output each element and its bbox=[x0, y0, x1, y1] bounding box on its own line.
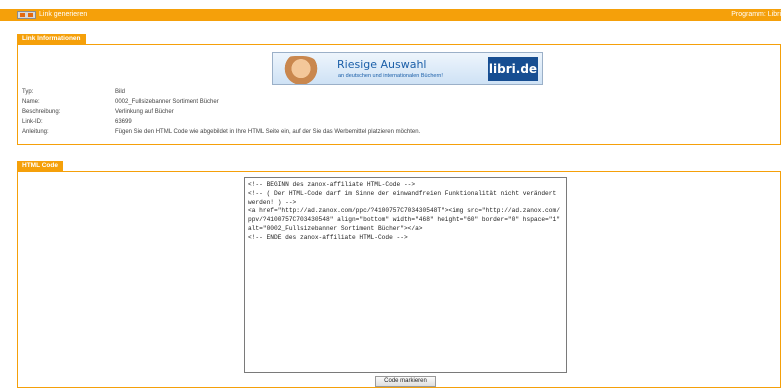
banner-photo-icon bbox=[279, 56, 319, 84]
tab-link-informationen[interactable]: Link Informationen bbox=[17, 34, 86, 44]
info-value: Bild bbox=[115, 89, 126, 95]
info-value: Fügen Sie den HTML Code wie abgebildet i… bbox=[115, 129, 421, 135]
info-value: 63699 bbox=[115, 119, 132, 125]
info-label: Link-ID: bbox=[22, 119, 43, 125]
info-value: 0002_Fullsizebanner Sortiment Bücher bbox=[115, 99, 219, 105]
html-code-text: <!-- BEGINN des zanox-affiliate HTML-Cod… bbox=[248, 181, 560, 241]
info-value: Verlinkung auf Bücher bbox=[115, 109, 174, 115]
info-label: Beschreibung: bbox=[22, 109, 61, 115]
info-label: Anleitung: bbox=[22, 129, 49, 135]
banner-brand-logo: libri.de bbox=[488, 57, 538, 81]
info-label: Name: bbox=[22, 99, 40, 105]
zanox-logo-icon bbox=[17, 11, 36, 19]
info-label: Typ: bbox=[22, 89, 34, 95]
banner-headline: Riesige Auswahl bbox=[337, 58, 427, 71]
banner-preview: Riesige Auswahl an deutschen und interna… bbox=[272, 52, 543, 85]
tab-html-code[interactable]: HTML Code bbox=[17, 161, 63, 171]
html-code-textarea[interactable]: <!-- BEGINN des zanox-affiliate HTML-Cod… bbox=[244, 177, 567, 373]
banner-subline: an deutschen und internationalen Büchern… bbox=[338, 73, 443, 79]
page-title: Link generieren bbox=[39, 11, 88, 18]
code-markieren-button[interactable]: Code markieren bbox=[375, 376, 436, 387]
program-label: Programm: Libri bbox=[731, 11, 781, 18]
top-bar: Link generieren Programm: Libri bbox=[0, 9, 781, 21]
